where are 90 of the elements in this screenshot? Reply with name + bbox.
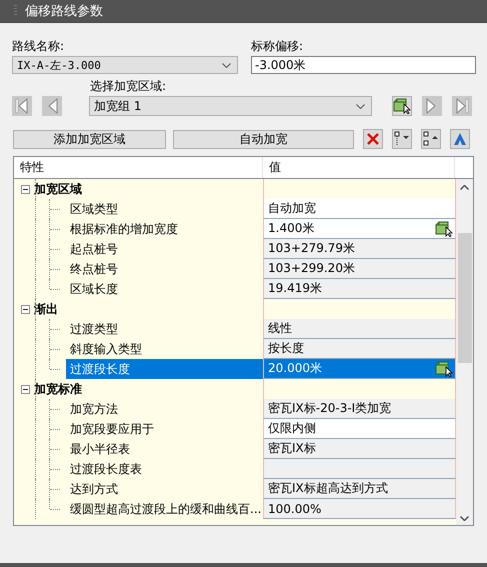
last-button[interactable] <box>452 96 472 116</box>
property-name: 终点桩号 <box>70 262 118 276</box>
window-title: 偏移路线参数 <box>25 3 103 20</box>
property-row[interactable]: 加宽段要应用于 仅限内侧 <box>14 419 456 439</box>
property-name: 缓圆型超高过渡段上的缓和曲线百... <box>70 502 262 516</box>
expand-menu-button[interactable] <box>392 129 412 149</box>
property-value: 密瓦IX标超高达到方式 <box>268 480 388 497</box>
value-cell[interactable]: 密瓦IX标-20-3-I类加宽 <box>263 399 456 419</box>
first-button[interactable] <box>12 96 32 116</box>
property-name: 过渡类型 <box>70 322 118 336</box>
add-region-button[interactable]: 添加加宽区域 <box>13 130 166 148</box>
collapse-toggle[interactable] <box>21 304 30 314</box>
cube-cursor-icon <box>393 98 411 114</box>
property-name: 达到方式 <box>70 482 118 496</box>
chevron-down-icon <box>222 62 231 68</box>
column-header[interactable]: 特性 <box>14 157 263 178</box>
property-name: 过渡段长度 <box>70 360 130 378</box>
property-row[interactable]: 过渡段长度 20.000米 <box>14 359 456 379</box>
value-cell[interactable]: 19.419米 <box>263 279 456 299</box>
previous-button[interactable] <box>42 96 62 116</box>
property-value: 仅限内侧 <box>268 420 316 437</box>
property-name: 区域长度 <box>70 282 118 296</box>
property-row[interactable]: 过渡类型 线性 <box>14 319 456 339</box>
help-button[interactable] <box>450 129 470 149</box>
property-name: 最小半径表 <box>70 442 130 456</box>
nominal-offset-label: 标称偏移: <box>251 38 304 55</box>
collapse-toggle[interactable] <box>21 184 30 194</box>
nominal-offset-field[interactable]: -3.000米 <box>251 56 476 74</box>
value-cell[interactable]: 线性 <box>263 319 456 339</box>
property-value: 20.000米 <box>268 360 322 377</box>
pick-button[interactable] <box>392 96 412 116</box>
property-row[interactable]: 缓圆型超高过渡段上的缓和曲线百... 100.00% <box>14 499 456 519</box>
property-row[interactable]: 过渡段长度表 <box>14 459 456 479</box>
property-value: 密瓦IX标-20-3-I类加宽 <box>268 400 392 417</box>
a-logo-icon <box>453 132 467 146</box>
value-cell[interactable]: 103+279.79米 <box>263 239 456 259</box>
tree-up-icon <box>423 131 439 147</box>
collapse-toggle[interactable] <box>21 384 30 394</box>
property-row[interactable]: 根据标准的增加宽度 1.400米 <box>14 219 456 239</box>
property-name: 根据标准的增加宽度 <box>70 222 178 236</box>
value-cell[interactable]: 20.000米 <box>263 359 456 379</box>
value-cell[interactable]: 103+299.20米 <box>263 259 456 279</box>
scroll-down-icon[interactable] <box>460 516 469 521</box>
value-cell[interactable]: 1.400米 <box>263 219 456 239</box>
property-name: 区域类型 <box>70 202 118 216</box>
scrollbar[interactable] <box>456 179 473 525</box>
property-value: 密瓦IX标 <box>268 440 316 457</box>
value-cell[interactable]: 自动加宽 <box>263 199 456 219</box>
route-name-label: 路线名称: <box>12 38 66 55</box>
close-icon <box>367 133 379 145</box>
property-row[interactable]: 起点桩号 103+279.79米 <box>14 239 456 259</box>
property-name: 过渡段长度表 <box>70 462 142 476</box>
chevron-down-icon <box>356 104 365 108</box>
delete-button[interactable] <box>363 129 383 149</box>
property-value: 自动加宽 <box>268 200 316 217</box>
property-value: 19.419米 <box>268 280 322 297</box>
property-row[interactable]: 终点桩号 103+299.20米 <box>14 259 456 279</box>
property-value: 1.400米 <box>268 220 314 237</box>
scroll-up-icon[interactable] <box>460 185 469 190</box>
property-row[interactable]: 区域类型 自动加宽 <box>14 199 456 219</box>
tree-down-icon <box>394 131 410 147</box>
property-row[interactable]: 达到方式 密瓦IX标超高达到方式 <box>14 479 456 499</box>
value-cell[interactable]: 100.00% <box>263 499 456 519</box>
region-select-label: 选择加宽区域: <box>90 78 168 95</box>
property-name: 加宽方法 <box>70 402 118 416</box>
value-cell[interactable] <box>263 459 456 479</box>
region-dropdown[interactable]: 加宽组 1 <box>89 96 372 116</box>
value-cell[interactable]: 密瓦IX标超高达到方式 <box>263 479 456 499</box>
property-value: 103+279.79米 <box>268 240 355 257</box>
group-label: 加宽标准 <box>34 380 82 398</box>
property-row[interactable]: 最小半径表 密瓦IX标 <box>14 439 456 459</box>
next-button[interactable] <box>422 96 442 116</box>
property-value: 100.00% <box>268 502 322 516</box>
property-row[interactable]: 加宽方法 密瓦IX标-20-3-I类加宽 <box>14 399 456 419</box>
value-cell[interactable]: 按长度 <box>263 339 456 359</box>
property-name: 起点桩号 <box>70 242 118 256</box>
value-cell[interactable]: 密瓦IX标 <box>263 439 456 459</box>
property-name: 加宽段要应用于 <box>70 422 154 436</box>
property-value: 线性 <box>268 320 292 337</box>
property-value: 103+299.20米 <box>268 260 355 277</box>
property-row[interactable]: 斜度输入类型 按长度 <box>14 339 456 359</box>
auto-widen-button[interactable]: 自动加宽 <box>173 130 354 148</box>
value-cell[interactable]: 仅限内侧 <box>263 419 456 439</box>
property-name: 斜度输入类型 <box>70 342 142 356</box>
property-row[interactable]: 区域长度 19.419米 <box>14 279 456 299</box>
property-value: 按长度 <box>268 340 304 357</box>
group-label: 加宽区域 <box>34 180 82 198</box>
collapse-menu-button[interactable] <box>421 129 441 149</box>
column-header[interactable]: 值 <box>263 157 455 178</box>
route-name-dropdown[interactable]: IX-A-左-3.000 <box>12 56 238 74</box>
